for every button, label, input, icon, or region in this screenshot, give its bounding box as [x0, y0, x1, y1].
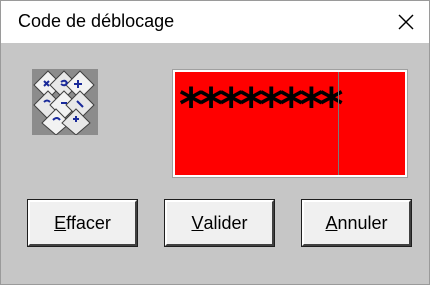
- validate-button-mnemonic: V: [191, 212, 204, 233]
- clear-button-mnemonic: E: [54, 212, 67, 233]
- keyboard-keys-icon: [32, 69, 98, 136]
- dialog-body: ******** Effacer Valider Annuler: [1, 43, 429, 284]
- close-icon: [398, 14, 414, 30]
- cancel-button-mnemonic: A: [325, 212, 338, 233]
- dialog-title: Code de déblocage: [18, 11, 175, 31]
- validate-button[interactable]: Valider: [164, 199, 275, 247]
- text-caret: [338, 72, 339, 175]
- cancel-button[interactable]: Annuler: [301, 199, 412, 247]
- validate-button-label: alider: [203, 212, 248, 233]
- unlock-code-dialog: Code de déblocage ******** E ffacer V al…: [0, 0, 430, 285]
- cancel-button-label: nnuler: [337, 212, 388, 233]
- clear-button-label: ffacer: [66, 212, 111, 233]
- close-button[interactable]: [383, 1, 429, 43]
- unlock-code-value: ********: [179, 78, 343, 132]
- unlock-code-field[interactable]: ********: [172, 69, 408, 178]
- clear-button[interactable]: Effacer: [27, 199, 138, 247]
- title-bar: Code de déblocage: [1, 1, 429, 43]
